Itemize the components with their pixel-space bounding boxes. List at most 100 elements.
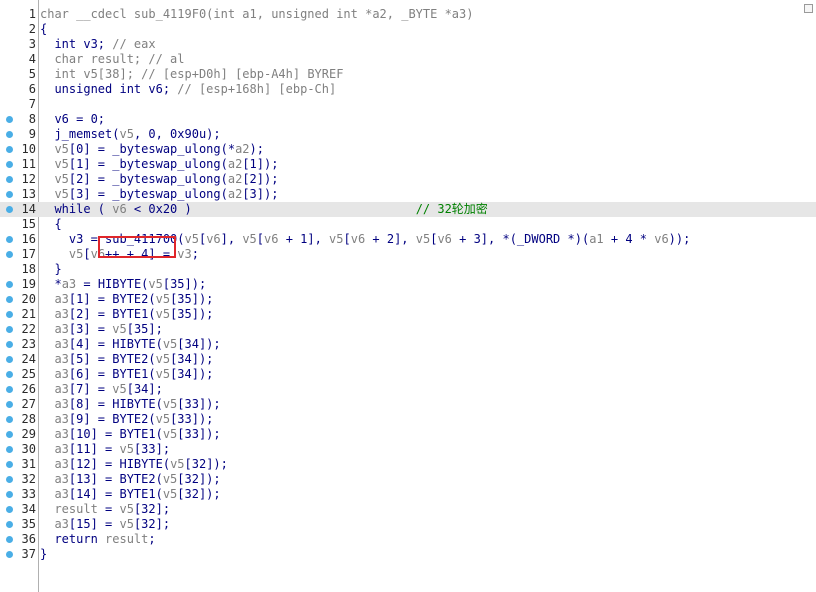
code-text[interactable]: {	[40, 217, 61, 232]
code-line[interactable]: 21 a3[2] = BYTE1(v5[35]);	[0, 307, 816, 322]
breakpoint-dot-icon[interactable]	[6, 146, 13, 153]
code-text[interactable]: a3[10] = BYTE1(v5[33]);	[40, 427, 220, 442]
breakpoint-dot-icon[interactable]	[6, 311, 13, 318]
code-text[interactable]: v5[3] = _byteswap_ulong(a2[3]);	[40, 187, 278, 202]
code-text[interactable]: a3[3] = v5[35];	[40, 322, 162, 337]
breakpoint-dot-icon[interactable]	[6, 521, 13, 528]
code-line[interactable]: 4 char result; // al	[0, 52, 816, 67]
code-line[interactable]: 12 v5[2] = _byteswap_ulong(a2[2]);	[0, 172, 816, 187]
code-text[interactable]: a3[15] = v5[32];	[40, 517, 170, 532]
code-line[interactable]: 25 a3[6] = BYTE1(v5[34]);	[0, 367, 816, 382]
code-text[interactable]: char __cdecl sub_4119F0(int a1, unsigned…	[40, 7, 473, 22]
code-text[interactable]: }	[40, 547, 47, 562]
code-token: a3	[54, 322, 69, 336]
code-text[interactable]: unsigned int v6; // [esp+168h] [ebp-Ch]	[40, 82, 336, 97]
code-text[interactable]: return result;	[40, 532, 155, 547]
code-text[interactable]: int v3; // eax	[40, 37, 155, 52]
code-line[interactable]: 6 unsigned int v6; // [esp+168h] [ebp-Ch…	[0, 82, 816, 97]
code-line[interactable]: 34 result = v5[32];	[0, 502, 816, 517]
code-line[interactable]: 23 a3[4] = HIBYTE(v5[34]);	[0, 337, 816, 352]
breakpoint-dot-icon[interactable]	[6, 371, 13, 378]
code-text[interactable]: char result; // al	[40, 52, 184, 67]
code-text[interactable]: a3[12] = HIBYTE(v5[32]);	[40, 457, 227, 472]
code-text[interactable]: a3[1] = BYTE2(v5[35]);	[40, 292, 213, 307]
breakpoint-dot-icon[interactable]	[6, 476, 13, 483]
code-line[interactable]: 15 {	[0, 217, 816, 232]
code-line[interactable]: 28 a3[9] = BYTE2(v5[33]);	[0, 412, 816, 427]
breakpoint-dot-icon[interactable]	[6, 116, 13, 123]
breakpoint-dot-icon[interactable]	[6, 341, 13, 348]
breakpoint-dot-icon[interactable]	[6, 431, 13, 438]
code-line[interactable]: 5 int v5[38]; // [esp+D0h] [ebp-A4h] BYR…	[0, 67, 816, 82]
code-text[interactable]: v5[0] = _byteswap_ulong(*a2);	[40, 142, 264, 157]
code-line[interactable]: 9 j_memset(v5, 0, 0x90u);	[0, 127, 816, 142]
code-text[interactable]: j_memset(v5, 0, 0x90u);	[40, 127, 220, 142]
breakpoint-dot-icon[interactable]	[6, 191, 13, 198]
breakpoint-dot-icon[interactable]	[6, 251, 13, 258]
code-text[interactable]: a3[9] = BYTE2(v5[33]);	[40, 412, 213, 427]
code-line[interactable]: 29 a3[10] = BYTE1(v5[33]);	[0, 427, 816, 442]
code-text[interactable]: }	[40, 262, 61, 277]
code-line[interactable]: 32 a3[13] = BYTE2(v5[32]);	[0, 472, 816, 487]
code-line[interactable]: 10 v5[0] = _byteswap_ulong(*a2);	[0, 142, 816, 157]
breakpoint-dot-icon[interactable]	[6, 206, 13, 213]
pseudocode-view[interactable]: 1 char __cdecl sub_4119F0(int a1, unsigne…	[0, 0, 816, 592]
code-text[interactable]: a3[14] = BYTE1(v5[32]);	[40, 487, 220, 502]
code-line[interactable]: 35 a3[15] = v5[32];	[0, 517, 816, 532]
code-text[interactable]: {	[40, 22, 47, 37]
code-text[interactable]: v5[2] = _byteswap_ulong(a2[2]);	[40, 172, 278, 187]
breakpoint-dot-icon[interactable]	[6, 461, 13, 468]
code-line[interactable]: 8 v6 = 0;	[0, 112, 816, 127]
code-line[interactable]: 37}	[0, 547, 816, 562]
breakpoint-dot-icon[interactable]	[6, 551, 13, 558]
code-line[interactable]: 7	[0, 97, 816, 112]
code-line[interactable]: 26 a3[7] = v5[34];	[0, 382, 816, 397]
code-text[interactable]: *a3 = HIBYTE(v5[35]);	[40, 277, 206, 292]
code-text[interactable]: v5[1] = _byteswap_ulong(a2[1]);	[40, 157, 278, 172]
breakpoint-dot-icon[interactable]	[6, 416, 13, 423]
breakpoint-dot-icon[interactable]	[6, 296, 13, 303]
code-line[interactable]: 22 a3[3] = v5[35];	[0, 322, 816, 337]
code-line[interactable]: 18 }	[0, 262, 816, 277]
code-line[interactable]: 14 while ( v6 < 0x20 ) // 32轮加密	[0, 202, 816, 217]
code-line[interactable]: 19 *a3 = HIBYTE(v5[35]);	[0, 277, 816, 292]
code-line[interactable]: 24 a3[5] = BYTE2(v5[34]);	[0, 352, 816, 367]
code-text[interactable]: a3[13] = BYTE2(v5[32]);	[40, 472, 220, 487]
code-line[interactable]: 11 v5[1] = _byteswap_ulong(a2[1]);	[0, 157, 816, 172]
code-line[interactable]: 2{	[0, 22, 816, 37]
breakpoint-dot-icon[interactable]	[6, 386, 13, 393]
breakpoint-dot-icon[interactable]	[6, 131, 13, 138]
breakpoint-dot-icon[interactable]	[6, 176, 13, 183]
code-line[interactable]: 20 a3[1] = BYTE2(v5[35]);	[0, 292, 816, 307]
code-text[interactable]: while ( v6 < 0x20 ) // 32轮加密	[40, 202, 487, 217]
code-text[interactable]: a3[6] = BYTE1(v5[34]);	[40, 367, 213, 382]
breakpoint-dot-icon[interactable]	[6, 236, 13, 243]
code-text[interactable]: a3[8] = HIBYTE(v5[33]);	[40, 397, 220, 412]
breakpoint-dot-icon[interactable]	[6, 281, 13, 288]
breakpoint-dot-icon[interactable]	[6, 446, 13, 453]
code-line[interactable]: 30 a3[11] = v5[33];	[0, 442, 816, 457]
breakpoint-dot-icon[interactable]	[6, 491, 13, 498]
scroll-corner-icon[interactable]	[804, 4, 813, 13]
breakpoint-dot-icon[interactable]	[6, 356, 13, 363]
code-text[interactable]: a3[11] = v5[33];	[40, 442, 170, 457]
code-line[interactable]: 36 return result;	[0, 532, 816, 547]
code-text[interactable]: a3[4] = HIBYTE(v5[34]);	[40, 337, 220, 352]
breakpoint-dot-icon[interactable]	[6, 161, 13, 168]
breakpoint-dot-icon[interactable]	[6, 326, 13, 333]
code-line[interactable]: 31 a3[12] = HIBYTE(v5[32]);	[0, 457, 816, 472]
breakpoint-dot-icon[interactable]	[6, 506, 13, 513]
code-text[interactable]: a3[7] = v5[34];	[40, 382, 162, 397]
code-line[interactable]: 33 a3[14] = BYTE1(v5[32]);	[0, 487, 816, 502]
code-text[interactable]: v6 = 0;	[40, 112, 105, 127]
breakpoint-dot-icon[interactable]	[6, 401, 13, 408]
code-line[interactable]: 3 int v3; // eax	[0, 37, 816, 52]
code-text[interactable]: a3[2] = BYTE1(v5[35]);	[40, 307, 213, 322]
code-text[interactable]: result = v5[32];	[40, 502, 170, 517]
breakpoint-dot-icon[interactable]	[6, 536, 13, 543]
code-line[interactable]: 1 char __cdecl sub_4119F0(int a1, unsigne…	[0, 7, 816, 22]
code-line[interactable]: 27 a3[8] = HIBYTE(v5[33]);	[0, 397, 816, 412]
code-line[interactable]: 13 v5[3] = _byteswap_ulong(a2[3]);	[0, 187, 816, 202]
code-text[interactable]: int v5[38]; // [esp+D0h] [ebp-A4h] BYREF	[40, 67, 343, 82]
code-text[interactable]: a3[5] = BYTE2(v5[34]);	[40, 352, 213, 367]
